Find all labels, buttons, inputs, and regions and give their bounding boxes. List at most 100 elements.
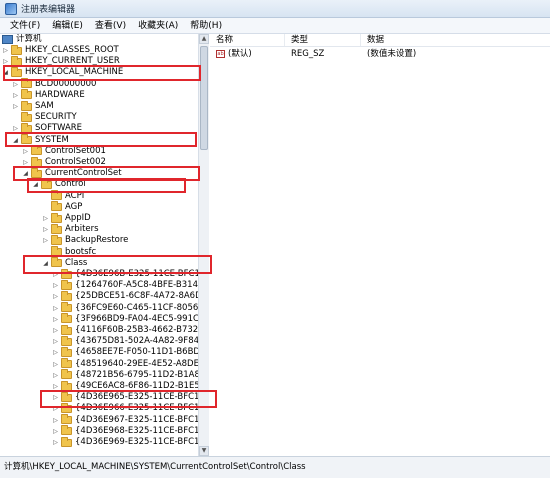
expand-arrow-icon[interactable]: ▷ <box>52 437 59 448</box>
expand-arrow-icon[interactable]: ▷ <box>42 224 49 235</box>
folder-icon <box>61 290 72 301</box>
tree-node[interactable]: ▷ HARDWARE <box>12 89 85 101</box>
registry-tree[interactable]: 计算机 ▷ HKEY_CLASSES_ROOT ▷ HKEY_CURRENT_USER… <box>0 34 209 456</box>
collapse-arrow-icon[interactable]: ◢ <box>32 179 39 190</box>
menu-help[interactable]: 帮助(H) <box>184 18 228 34</box>
scroll-down-arrow-icon[interactable]: ▼ <box>199 446 209 456</box>
folder-icon <box>61 313 72 324</box>
tree-node[interactable]: ▷ {3F966BD9-FA04-4EC5-991C-D3269 <box>52 313 208 325</box>
tree-node[interactable]: ◢ Control <box>32 178 86 190</box>
column-data-header[interactable]: 数据 <box>361 34 550 46</box>
tree-node-label: {4D36E968-E325-11CE-BFC1-08002B <box>75 425 208 436</box>
tree-node[interactable]: ▷ {48721B56-6795-11D2-B1A8-0080C7 <box>52 369 208 381</box>
tree-root[interactable]: 计算机 <box>2 34 42 45</box>
expand-arrow-icon[interactable]: ▷ <box>2 56 9 67</box>
tree-node[interactable]: ▷ SAM <box>12 100 54 112</box>
tree-node[interactable]: ▷ {48519640-29EE-4E52-A8DE-5F8324 <box>52 358 208 370</box>
expand-arrow-icon[interactable]: ▷ <box>22 146 29 157</box>
tree-node[interactable]: ◢ HKEY_LOCAL_MACHINE <box>2 66 123 78</box>
expand-arrow-icon[interactable]: ▷ <box>12 123 19 134</box>
tree-node[interactable]: ACPI <box>42 190 84 202</box>
expand-arrow-icon[interactable]: ▷ <box>52 403 59 414</box>
tree-node[interactable]: ▷ HKEY_CLASSES_ROOT <box>2 44 119 56</box>
expand-arrow-icon[interactable]: ▷ <box>52 359 59 370</box>
tree-node[interactable]: ▷ {49CE6AC8-6F86-11D2-B1E5-0080C7 <box>52 380 208 392</box>
folder-icon <box>51 212 62 223</box>
menu-edit[interactable]: 编辑(E) <box>46 18 89 34</box>
tree-node[interactable]: ▷ {4116F60B-25B3-4662-B732-99A611 <box>52 324 208 336</box>
collapse-arrow-icon[interactable]: ◢ <box>2 67 9 78</box>
tree-node[interactable]: ▷ BCD00000000 <box>12 78 97 90</box>
tree-node[interactable]: ▷ BackupRestore <box>42 234 128 246</box>
tree-node-label: {3F966BD9-FA04-4EC5-991C-D3269 <box>75 313 208 324</box>
tree-node-label: {25DBCE51-6C8F-4A72-8A6D-B54C2 <box>75 291 208 302</box>
scroll-up-arrow-icon[interactable]: ▲ <box>199 34 209 44</box>
value-list: 名称 类型 数据 ab (默认) REG_SZ (数值未设置) <box>210 34 550 456</box>
tree-node[interactable]: ▷ ControlSet002 <box>22 156 106 168</box>
tree-node[interactable]: ▷ {1264760F-A5C8-4BFE-B314-D56A7E <box>52 279 208 291</box>
expand-arrow-icon[interactable]: ▷ <box>52 392 59 403</box>
collapse-arrow-icon[interactable]: ◢ <box>42 258 49 269</box>
tree-node-label: HARDWARE <box>35 89 85 100</box>
collapse-arrow-icon[interactable]: ◢ <box>12 135 19 146</box>
tree-node[interactable]: ▷ {4D36E968-E325-11CE-BFC1-08002B <box>52 425 208 437</box>
menu-file[interactable]: 文件(F) <box>4 18 46 34</box>
tree-node[interactable]: ◢ CurrentControlSet <box>22 167 122 179</box>
tree-node[interactable]: ◢ Class <box>42 257 87 269</box>
tree-node[interactable]: ▷ {4D36E965-E325-11CE-BFC1-08002B <box>52 391 208 403</box>
tree-node-label: SECURITY <box>35 112 77 123</box>
expand-arrow-icon[interactable]: ▷ <box>52 291 59 302</box>
tree-node[interactable]: ▷ ControlSet001 <box>22 145 106 157</box>
tree-node[interactable]: ▷ {43675D81-502A-4A82-9F84-B75F41 <box>52 335 208 347</box>
tree-node[interactable]: ◢ SYSTEM <box>12 134 69 146</box>
tree-node[interactable]: ▷ {4D36E967-E325-11CE-BFC1-08002B <box>52 414 208 426</box>
expand-arrow-icon[interactable]: ▷ <box>2 45 9 56</box>
tree-node[interactable]: ▷ {25DBCE51-6C8F-4A72-8A6D-B54C2 <box>52 290 208 302</box>
expand-arrow-icon[interactable]: ▷ <box>52 336 59 347</box>
computer-icon <box>2 35 13 44</box>
scroll-thumb[interactable] <box>200 46 208 150</box>
tree-node[interactable]: AGP <box>42 201 82 213</box>
value-row[interactable]: ab (默认) REG_SZ (数值未设置) <box>210 48 550 60</box>
expand-arrow-icon[interactable]: ▷ <box>12 90 19 101</box>
tree-node-label: {48721B56-6795-11D2-B1A8-0080C7 <box>75 369 208 380</box>
tree-node[interactable]: bootsfc <box>42 246 96 258</box>
menu-favorites[interactable]: 收藏夹(A) <box>132 18 184 34</box>
expand-arrow-icon[interactable]: ▷ <box>42 213 49 224</box>
expand-arrow-icon[interactable]: ▷ <box>52 415 59 426</box>
expand-arrow-icon[interactable]: ▷ <box>52 303 59 314</box>
tree-node[interactable]: SECURITY <box>12 111 77 123</box>
expand-arrow-icon[interactable]: ▷ <box>52 269 59 280</box>
tree-node[interactable]: ▷ Arbiters <box>42 223 99 235</box>
tree-node[interactable]: ▷ SOFTWARE <box>12 122 82 134</box>
expand-arrow-icon[interactable]: ▷ <box>12 79 19 90</box>
tree-node-label: BCD00000000 <box>35 78 97 89</box>
tree-node[interactable]: ▷ {4D36E966-E325-11CE-BFC1-08002B <box>52 402 208 414</box>
expand-arrow-icon[interactable]: ▷ <box>52 314 59 325</box>
folder-icon <box>61 346 72 357</box>
tree-scrollbar[interactable]: ▲ ▼ <box>198 34 209 456</box>
column-type-header[interactable]: 类型 <box>285 34 361 46</box>
menu-view[interactable]: 查看(V) <box>89 18 132 34</box>
tree-node[interactable]: ▷ HKEY_CURRENT_USER <box>2 55 120 67</box>
expand-arrow-icon[interactable]: ▷ <box>52 280 59 291</box>
expand-arrow-icon[interactable]: ▷ <box>52 325 59 336</box>
expand-arrow-icon[interactable]: ▷ <box>42 235 49 246</box>
tree-node[interactable]: ▷ {4D36E969-E325-11CE-BFC1-08002B <box>52 436 208 448</box>
expand-arrow-icon[interactable]: ▷ <box>52 370 59 381</box>
no-expander <box>42 202 49 213</box>
tree-node[interactable]: ▷ {4D36E96B-E325-11CE-BFC1-08002BE10318} <box>52 268 208 280</box>
tree-node[interactable]: ▷ AppID <box>42 212 91 224</box>
folder-icon <box>51 190 62 201</box>
expand-arrow-icon[interactable]: ▷ <box>52 381 59 392</box>
expand-arrow-icon[interactable]: ▷ <box>52 347 59 358</box>
folder-icon <box>61 436 72 447</box>
tree-node[interactable]: ▷ {4658EE7E-F050-11D1-B6BD-00C04F <box>52 346 208 358</box>
folder-icon <box>61 268 72 279</box>
expand-arrow-icon[interactable]: ▷ <box>12 101 19 112</box>
expand-arrow-icon[interactable]: ▷ <box>22 157 29 168</box>
column-name-header[interactable]: 名称 <box>210 34 285 46</box>
tree-node[interactable]: ▷ {36FC9E60-C465-11CF-8056-444553 <box>52 302 208 314</box>
expand-arrow-icon[interactable]: ▷ <box>52 426 59 437</box>
collapse-arrow-icon[interactable]: ◢ <box>22 168 29 179</box>
